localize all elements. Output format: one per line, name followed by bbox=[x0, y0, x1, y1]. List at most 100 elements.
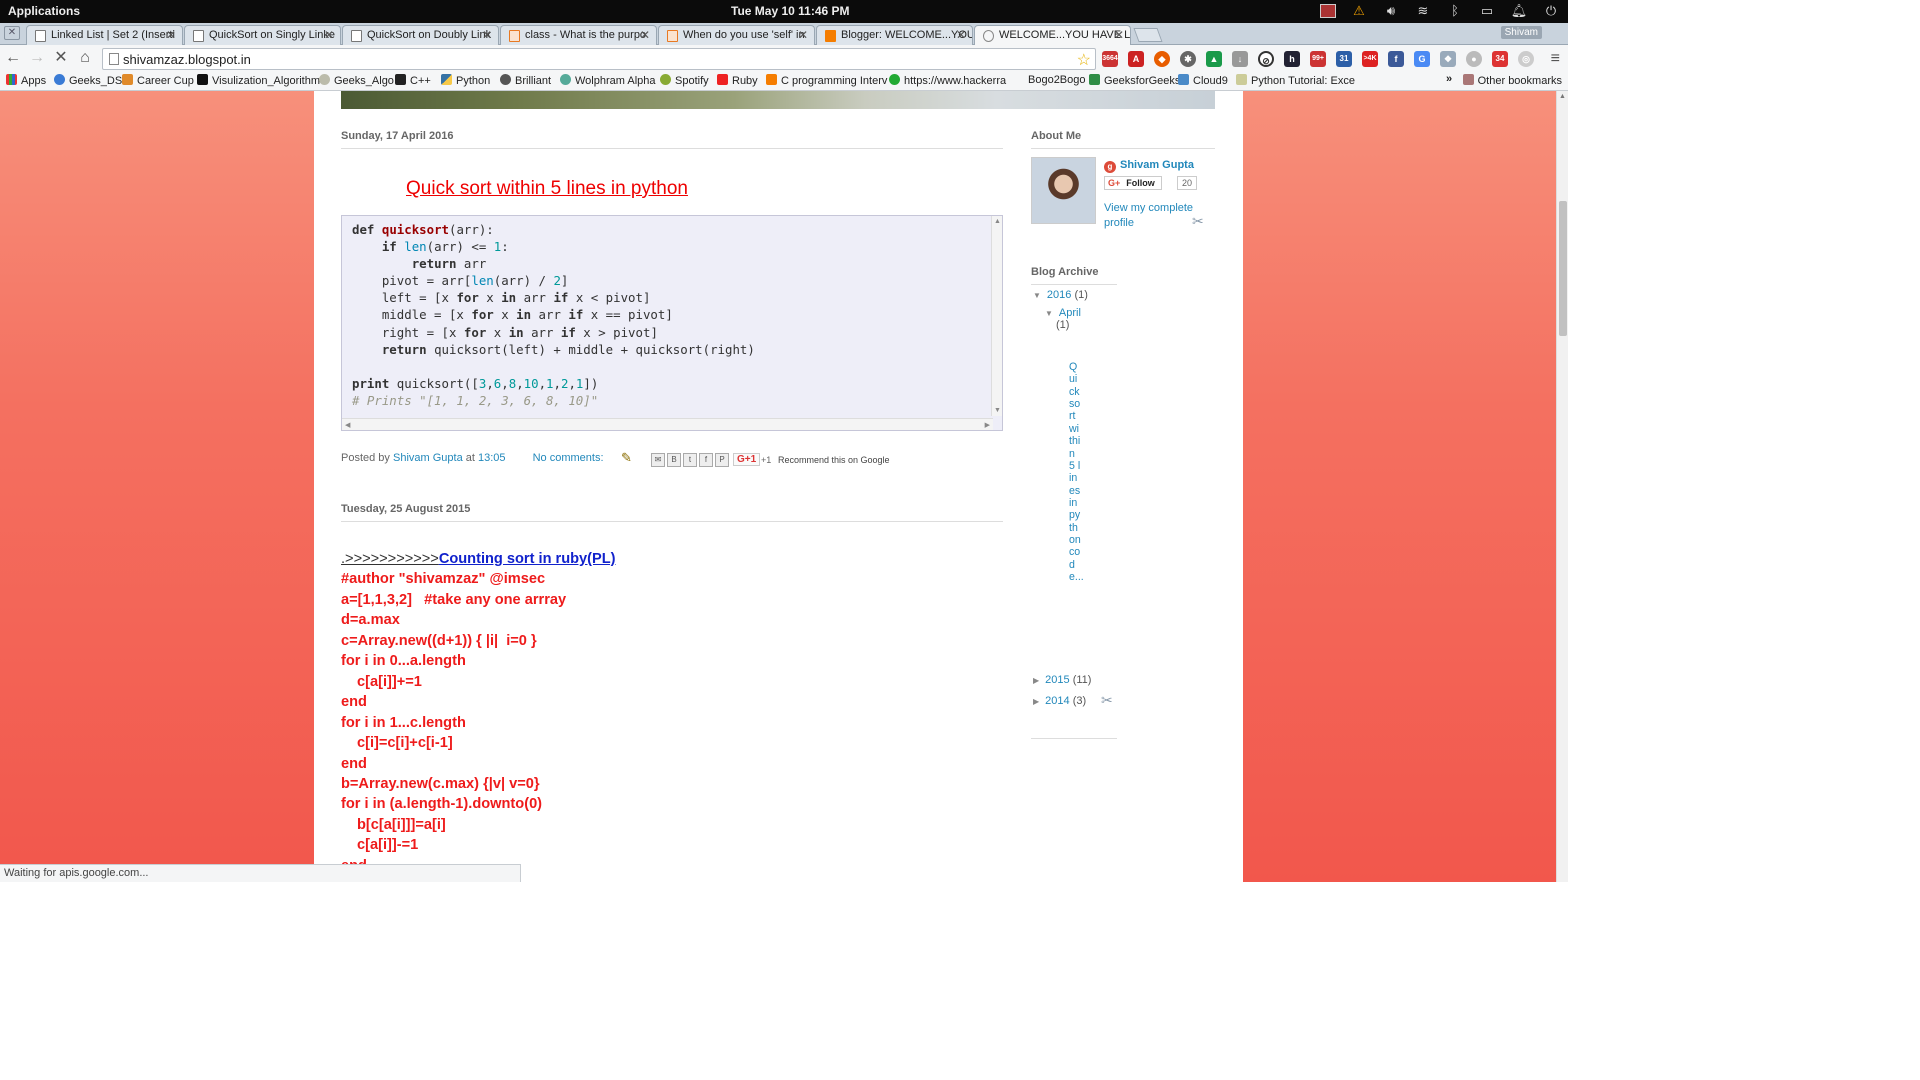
page-info-icon[interactable] bbox=[109, 53, 119, 65]
settings-extension-icon[interactable]: ✱ bbox=[1180, 51, 1196, 67]
home-icon[interactable]: ⌂ bbox=[76, 49, 94, 67]
bookmark-bogo2bogo[interactable]: Bogo2Bogo bbox=[1028, 74, 1086, 86]
twitter-share-icon[interactable]: t bbox=[683, 453, 697, 467]
bookmark-python-tutorial[interactable]: Python Tutorial: Exce bbox=[1236, 74, 1355, 87]
bookmark-apps[interactable]: Apps bbox=[6, 74, 46, 87]
bookmark-hackerrank[interactable]: https://www.hackerra bbox=[889, 74, 1006, 87]
profile-name-text[interactable]: Shivam Gupta bbox=[1120, 159, 1194, 171]
triangle-right-icon[interactable]: ▶ bbox=[1033, 676, 1039, 685]
applications-menu[interactable]: Applications bbox=[8, 4, 80, 18]
tasks-extension-icon[interactable]: 99+ bbox=[1310, 51, 1326, 67]
tab-close-icon[interactable]: ✕ bbox=[482, 28, 492, 42]
translate-icon[interactable]: G bbox=[1414, 51, 1430, 67]
tab-close-icon[interactable]: ✕ bbox=[166, 28, 176, 42]
page-scrollbar[interactable]: ▲ bbox=[1556, 91, 1568, 882]
profile-name-link[interactable]: g Shivam Gupta bbox=[1104, 159, 1194, 173]
bluetooth-icon[interactable]: ᛒ bbox=[1446, 2, 1464, 20]
clock[interactable]: Tue May 10 11:46 PM bbox=[731, 4, 850, 18]
new-tab-button[interactable] bbox=[1133, 28, 1163, 42]
tab-close-icon[interactable]: ✕ bbox=[324, 28, 334, 42]
block-icon[interactable]: ⊘ bbox=[1258, 51, 1274, 67]
follow-button[interactable]: G+ Follow bbox=[1104, 176, 1162, 190]
code-extension-icon[interactable]: 31 bbox=[1336, 51, 1352, 67]
scroll-up-arrow-icon[interactable]: ▲ bbox=[994, 218, 1001, 225]
archive-month-april[interactable]: ▼ April bbox=[1045, 307, 1081, 319]
archive-year-2016[interactable]: ▼ 2016 (1) bbox=[1033, 289, 1088, 301]
scroll-left-arrow-icon[interactable]: ◀ bbox=[345, 421, 350, 429]
other-bookmarks[interactable]: Other bookmarks bbox=[1462, 74, 1562, 87]
scrollbar-thumb[interactable] bbox=[1559, 201, 1567, 336]
archive-year-2014[interactable]: ▶ 2014 (3) bbox=[1033, 695, 1086, 707]
tab-welcome-active[interactable]: WELCOME...YOU HAVE LA ✕ bbox=[974, 25, 1131, 45]
bookmark-star-icon[interactable]: ☆ bbox=[1077, 50, 1091, 70]
pinterest-share-icon[interactable]: P bbox=[715, 453, 729, 467]
tab-close-icon[interactable]: ✕ bbox=[798, 28, 808, 42]
scroll-right-arrow-icon[interactable]: ▶ bbox=[985, 421, 990, 429]
bookmark-c-programming[interactable]: C programming Interv bbox=[766, 74, 887, 87]
gmail-checker-icon[interactable]: 3664 bbox=[1102, 51, 1118, 67]
bookmark-cpp[interactable]: C++ bbox=[395, 74, 431, 87]
notification-icon[interactable]: 🔔︎ bbox=[1510, 2, 1528, 20]
bookmark-cloud9[interactable]: Cloud9 bbox=[1178, 74, 1228, 87]
triangle-down-icon[interactable]: ▼ bbox=[1033, 291, 1041, 300]
mail-extension-icon[interactable]: >4K bbox=[1362, 51, 1378, 67]
code-horizontal-scrollbar[interactable]: ◀ ▶ bbox=[342, 418, 993, 430]
post-title-link[interactable]: Counting sort in ruby(PL) bbox=[439, 551, 616, 567]
drive-icon[interactable]: ▲ bbox=[1206, 51, 1222, 67]
stop-loading-icon[interactable]: ✕ bbox=[52, 49, 70, 67]
archive-year-link[interactable]: 2016 bbox=[1047, 289, 1071, 301]
comments-link[interactable]: No comments: bbox=[533, 452, 604, 464]
warning-icon[interactable]: ⚠ bbox=[1350, 2, 1368, 20]
archive-post-link[interactable]: Quick sort within 5 lines in python code… bbox=[1069, 361, 1084, 583]
tab-self[interactable]: When do you use 'self' in ✕ bbox=[658, 25, 815, 45]
tab-quicksort-doubly[interactable]: QuickSort on Doubly Link ✕ bbox=[342, 25, 499, 45]
volume-icon[interactable]: 🔊︎ bbox=[1382, 2, 1400, 20]
extension-disabled-icon[interactable]: ● bbox=[1466, 51, 1482, 67]
bookmark-brilliant[interactable]: Brilliant bbox=[500, 74, 551, 87]
post-title-text[interactable]: Quick sort within 5 lines in python bbox=[406, 178, 688, 199]
archive-year-link[interactable]: 2015 bbox=[1045, 674, 1069, 686]
avatar[interactable] bbox=[1031, 157, 1096, 224]
tab-close-icon[interactable]: ✕ bbox=[640, 28, 650, 42]
profile-button[interactable]: Shivam bbox=[1500, 26, 1542, 39]
archive-month-link[interactable]: April bbox=[1059, 307, 1081, 319]
tab-close-icon[interactable]: ✕ bbox=[1114, 28, 1124, 42]
pdf-extension-icon[interactable]: A bbox=[1128, 51, 1144, 67]
address-bar[interactable]: ☆ bbox=[102, 48, 1096, 70]
power-icon[interactable]: ⏻ bbox=[1542, 2, 1560, 20]
bookmark-geeksforgeeks[interactable]: GeeksforGeeks bbox=[1089, 74, 1180, 87]
forward-arrow-icon[interactable]: → bbox=[28, 49, 46, 67]
bookmark-python[interactable]: Python bbox=[441, 74, 490, 87]
notification-extension-icon[interactable]: 34 bbox=[1492, 51, 1508, 67]
battery-icon[interactable]: ▭ bbox=[1478, 2, 1496, 20]
archive-year-2015[interactable]: ▶ 2015 (11) bbox=[1033, 674, 1091, 686]
chrome-extension-icon[interactable]: ◎ bbox=[1518, 51, 1534, 67]
bookmark-geeks-algo[interactable]: Geeks_Algo bbox=[319, 74, 394, 87]
google-plus-button[interactable]: G+1 bbox=[733, 453, 761, 466]
bookmark-wolphram[interactable]: Wolphram Alpha bbox=[560, 74, 656, 87]
url-input[interactable] bbox=[123, 51, 1063, 67]
bookmark-spotify[interactable]: Spotify bbox=[660, 74, 709, 87]
scroll-down-arrow-icon[interactable]: ▼ bbox=[994, 407, 1001, 414]
archive-year-link[interactable]: 2014 bbox=[1045, 695, 1069, 707]
wifi-icon[interactable]: ≋ bbox=[1414, 2, 1432, 20]
email-share-icon[interactable]: ✉ bbox=[651, 453, 665, 467]
screen-record-icon[interactable] bbox=[1320, 4, 1336, 18]
code-vertical-scrollbar[interactable]: ▲ ▼ bbox=[991, 216, 1002, 416]
wrench-edit-icon[interactable]: ✂ bbox=[1101, 692, 1113, 709]
wrench-edit-icon[interactable]: ✂ bbox=[1192, 213, 1204, 230]
dropbox-icon[interactable]: ❖ bbox=[1440, 51, 1456, 67]
hackerrank-icon[interactable]: h bbox=[1284, 51, 1300, 67]
bookmark-visualization[interactable]: Visulization_Algorithm bbox=[197, 74, 320, 87]
tab-class-purpose[interactable]: class - What is the purpo ✕ bbox=[500, 25, 657, 45]
window-close-icon[interactable]: ✕ bbox=[4, 26, 20, 40]
hamburger-menu-icon[interactable]: ≡ bbox=[1551, 50, 1560, 68]
download-extension-icon[interactable]: ↓ bbox=[1232, 51, 1248, 67]
author-link[interactable]: Shivam Gupta bbox=[393, 452, 463, 464]
fire-extension-icon[interactable]: ◆ bbox=[1154, 51, 1170, 67]
triangle-right-icon[interactable]: ▶ bbox=[1033, 697, 1039, 706]
post-title[interactable]: Quick sort within 5 lines in python bbox=[341, 178, 1003, 200]
edit-pencil-icon[interactable]: ✎ bbox=[621, 450, 632, 466]
bookmark-geeks-ds[interactable]: Geeks_DS bbox=[54, 74, 122, 87]
tab-linked-list[interactable]: Linked List | Set 2 (Inserti ✕ bbox=[26, 25, 183, 45]
